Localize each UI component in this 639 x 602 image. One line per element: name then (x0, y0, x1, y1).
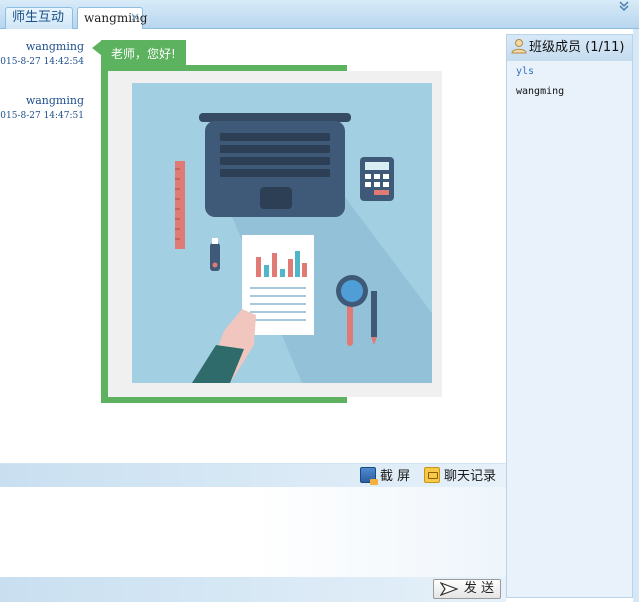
message-sender: wangming (25, 40, 84, 53)
collapse-chevrons-icon[interactable] (617, 1, 631, 13)
chat-toolbar: 截 屏 聊天记录 (0, 463, 506, 487)
send-icon (439, 581, 459, 602)
message-input[interactable] (0, 487, 506, 577)
tab-wangming[interactable]: wangming × (77, 7, 147, 30)
message-time: 2015-8-27 14:47:51 (0, 111, 84, 121)
tab-teacher-student[interactable]: 师生互动 (5, 7, 73, 29)
window-edge (633, 29, 639, 602)
workspace-illustration[interactable] (132, 83, 432, 383)
chat-history-button[interactable]: 聊天记录 (424, 467, 496, 485)
chat-history-icon (424, 467, 440, 483)
tab-label: 师生互动 (12, 10, 65, 25)
tab-bar: 师生互动 wangming × (0, 0, 639, 30)
send-label: 发 送 (463, 581, 494, 596)
members-title: 班级成员 (1/11) (529, 40, 625, 55)
member-item[interactable]: yls (516, 65, 534, 79)
screenshot-button[interactable]: 截 屏 (360, 467, 410, 485)
bubble-tail (92, 41, 101, 55)
screenshot-label: 截 屏 (380, 469, 411, 484)
message-time: 2015-8-27 14:42:54 (0, 57, 84, 67)
message-bubble: 老师，您好! (101, 40, 186, 68)
screenshot-icon (360, 467, 378, 485)
workspace-illustration-art (175, 113, 432, 383)
message-sender: wangming (25, 94, 84, 107)
tab-close-icon[interactable]: × (130, 7, 140, 27)
member-item[interactable]: wangming (516, 85, 564, 99)
chat-history-label: 聊天记录 (444, 469, 497, 484)
class-members-panel: 班级成员 (1/11) yls wangming (506, 34, 633, 598)
user-icon (511, 38, 527, 64)
send-button[interactable]: 发 送 (433, 579, 501, 599)
members-header: 班级成员 (1/11) (507, 35, 632, 61)
bottom-bar: 发 送 (0, 577, 506, 602)
